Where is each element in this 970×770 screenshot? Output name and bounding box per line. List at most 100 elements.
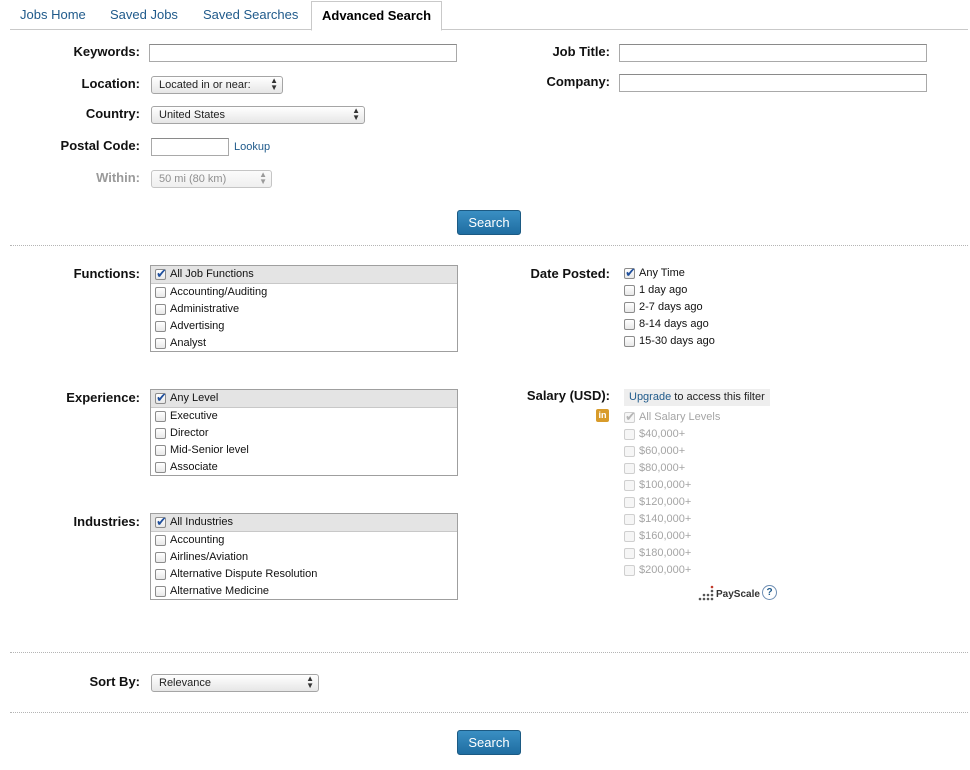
functions-option[interactable]: Analyst bbox=[151, 335, 457, 351]
checkbox[interactable] bbox=[624, 336, 635, 347]
tab-bar: Jobs Home Saved Jobs Saved Searches Adva… bbox=[10, 0, 968, 31]
checkbox[interactable] bbox=[155, 287, 166, 298]
sort-by-select[interactable]: Relevance ▲ ▼ bbox=[151, 674, 319, 692]
date-posted-option[interactable]: 2-7 days ago bbox=[624, 299, 703, 316]
salary-option[interactable]: $80,000+ bbox=[624, 460, 685, 477]
lookup-link[interactable]: Lookup bbox=[234, 141, 270, 153]
industries-option[interactable]: Airlines/Aviation bbox=[151, 549, 457, 566]
checkbox[interactable] bbox=[624, 531, 635, 542]
date-posted-option[interactable]: 8-14 days ago bbox=[624, 316, 709, 333]
postal-code-label: Postal Code: bbox=[60, 138, 140, 153]
functions-option[interactable]: All Job Functions bbox=[151, 266, 457, 284]
payscale-dots-icon bbox=[698, 585, 714, 601]
checkbox[interactable] bbox=[155, 462, 166, 473]
functions-option-label: All Job Functions bbox=[170, 268, 254, 280]
salary-option[interactable]: All Salary Levels bbox=[624, 408, 720, 426]
functions-option[interactable]: Administrative bbox=[151, 301, 457, 318]
experience-option-label: Associate bbox=[170, 461, 218, 473]
upgrade-link[interactable]: Upgrade bbox=[629, 391, 671, 403]
functions-option[interactable]: Accounting/Auditing bbox=[151, 284, 457, 301]
payscale-label: PayScale bbox=[716, 588, 760, 600]
experience-option[interactable]: Associate bbox=[151, 459, 457, 475]
checkbox[interactable] bbox=[624, 497, 635, 508]
salary-option[interactable]: $200,000+ bbox=[624, 562, 691, 579]
checkbox[interactable] bbox=[624, 480, 635, 491]
salary-option[interactable]: $120,000+ bbox=[624, 494, 691, 511]
salary-option-label: $40,000+ bbox=[639, 428, 686, 440]
location-label: Location: bbox=[81, 76, 141, 91]
industries-option[interactable]: Alternative Medicine bbox=[151, 583, 457, 599]
keywords-label: Keywords: bbox=[73, 44, 140, 59]
industries-option[interactable]: Alternative Dispute Resolution bbox=[151, 566, 457, 583]
functions-option[interactable]: Advertising bbox=[151, 318, 457, 335]
date-posted-option[interactable]: Any Time bbox=[624, 264, 685, 282]
checkbox[interactable] bbox=[155, 535, 166, 546]
date-posted-option[interactable]: 1 day ago bbox=[624, 282, 687, 299]
experience-option[interactable]: Director bbox=[151, 425, 457, 442]
checkbox[interactable] bbox=[155, 569, 166, 580]
company-input[interactable] bbox=[619, 74, 927, 92]
within-select[interactable]: 50 mi (80 km) ▲ ▼ bbox=[151, 170, 272, 188]
experience-option[interactable]: Mid-Senior level bbox=[151, 442, 457, 459]
postal-code-input[interactable] bbox=[151, 138, 229, 156]
checkbox[interactable] bbox=[624, 446, 635, 457]
salary-option[interactable]: $40,000+ bbox=[624, 426, 685, 443]
checkbox[interactable] bbox=[155, 338, 166, 349]
salary-option[interactable]: $100,000+ bbox=[624, 477, 691, 494]
checkbox[interactable] bbox=[624, 565, 635, 576]
checkbox[interactable] bbox=[155, 445, 166, 456]
checkbox[interactable] bbox=[155, 304, 166, 315]
tab-saved-searches[interactable]: Saved Searches bbox=[193, 0, 308, 30]
select-arrows-icon: ▲ ▼ bbox=[270, 76, 278, 92]
experience-option[interactable]: Any Level bbox=[151, 390, 457, 408]
checkbox[interactable] bbox=[624, 548, 635, 559]
job-title-input[interactable] bbox=[619, 44, 927, 62]
tab-saved-jobs[interactable]: Saved Jobs bbox=[100, 0, 188, 30]
tab-advanced-search[interactable]: Advanced Search bbox=[311, 1, 443, 31]
functions-listbox[interactable]: All Job Functions Accounting/Auditing Admi… bbox=[150, 265, 458, 352]
country-select[interactable]: United States ▲ ▼ bbox=[151, 106, 365, 124]
checkbox[interactable] bbox=[624, 285, 635, 296]
industries-option[interactable]: Accounting bbox=[151, 532, 457, 549]
checkbox[interactable] bbox=[624, 302, 635, 313]
checkbox[interactable] bbox=[624, 514, 635, 525]
checkbox[interactable] bbox=[155, 514, 167, 530]
functions-label: Functions: bbox=[73, 266, 140, 281]
location-select-value: Located in or near: bbox=[159, 79, 251, 91]
industries-listbox[interactable]: All Industries Accounting Airlines/Aviatio… bbox=[150, 513, 458, 600]
checkbox[interactable] bbox=[155, 411, 166, 422]
experience-listbox[interactable]: Any Level Executive Director Mid-Senior lev… bbox=[150, 389, 458, 476]
industries-option-label: Accounting bbox=[170, 534, 225, 546]
functions-option-label: Accounting/Auditing bbox=[170, 286, 268, 298]
salary-option-label: $160,000+ bbox=[639, 530, 692, 542]
industries-option-label: Alternative Dispute Resolution bbox=[170, 568, 318, 580]
location-select[interactable]: Located in or near: ▲ ▼ bbox=[151, 76, 283, 94]
salary-option[interactable]: $60,000+ bbox=[624, 443, 685, 460]
bottom-search-button[interactable]: Search bbox=[457, 730, 521, 755]
date-posted-option[interactable]: 15-30 days ago bbox=[624, 333, 715, 350]
checkbox[interactable] bbox=[155, 266, 167, 282]
help-icon[interactable]: ? bbox=[762, 585, 777, 600]
experience-option[interactable]: Executive bbox=[151, 408, 457, 425]
salary-option[interactable]: $160,000+ bbox=[624, 528, 691, 545]
country-select-value: United States bbox=[159, 109, 226, 121]
checkbox[interactable] bbox=[155, 390, 167, 406]
salary-option[interactable]: $140,000+ bbox=[624, 511, 691, 528]
checkbox[interactable] bbox=[155, 586, 166, 597]
checkbox[interactable] bbox=[155, 428, 166, 439]
checkbox[interactable] bbox=[155, 552, 166, 563]
checkbox[interactable] bbox=[624, 429, 635, 440]
section-divider bbox=[10, 245, 968, 246]
salary-option[interactable]: $180,000+ bbox=[624, 545, 691, 562]
search-button[interactable]: Search bbox=[457, 210, 521, 235]
linkedin-premium-icon: in bbox=[596, 409, 609, 422]
salary-option-label: $60,000+ bbox=[639, 445, 686, 457]
checkbox[interactable] bbox=[624, 264, 636, 281]
industries-option[interactable]: All Industries bbox=[151, 514, 457, 532]
checkbox[interactable] bbox=[624, 408, 636, 425]
keywords-input[interactable] bbox=[149, 44, 457, 62]
checkbox[interactable] bbox=[624, 319, 635, 330]
checkbox[interactable] bbox=[624, 463, 635, 474]
tab-jobs-home[interactable]: Jobs Home bbox=[10, 0, 96, 30]
checkbox[interactable] bbox=[155, 321, 166, 332]
